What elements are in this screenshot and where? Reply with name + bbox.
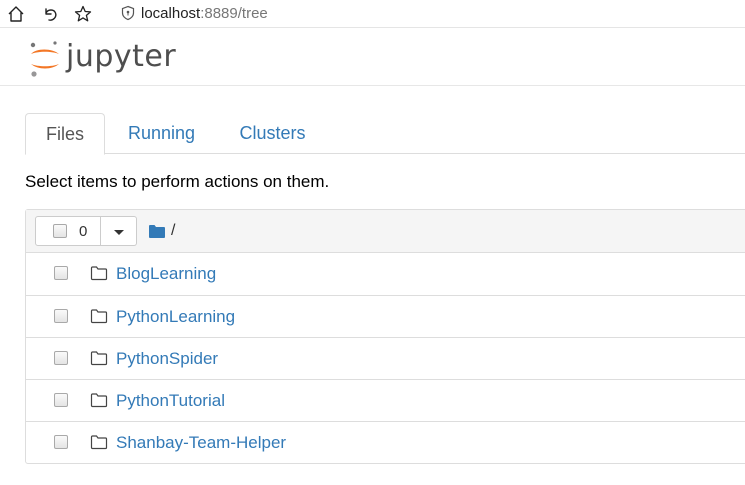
item-link[interactable]: BlogLearning (116, 264, 216, 284)
browser-address-bar: localhost:8889/tree (0, 0, 745, 28)
tab-clusters[interactable]: Clusters (230, 113, 315, 154)
select-control: 0 (35, 216, 137, 246)
list-item: PythonTutorial (26, 379, 745, 421)
select-all-button[interactable]: 0 (35, 216, 101, 246)
item-checkbox[interactable] (54, 435, 68, 449)
breadcrumb-root[interactable]: / (171, 222, 175, 240)
url-path: :8889/tree (200, 4, 268, 22)
folder-icon (90, 308, 108, 324)
file-list-header: 0 / (26, 210, 745, 253)
list-item: Shanbay-Team-Helper (26, 421, 745, 463)
jupyter-header: jupyter (0, 28, 745, 86)
list-item: PythonLearning (26, 295, 745, 337)
list-item: BlogLearning (26, 253, 745, 295)
folder-icon (90, 350, 108, 366)
item-link[interactable]: PythonTutorial (116, 391, 225, 411)
file-list: 0 / BlogLearning PythonLearning PythonSp… (25, 209, 745, 464)
jupyter-logo-icon (30, 41, 59, 77)
star-icon[interactable] (73, 4, 93, 24)
folder-icon (90, 392, 108, 408)
select-dropdown-button[interactable] (101, 216, 137, 246)
folder-icon (90, 265, 108, 281)
shield-icon (121, 5, 135, 21)
item-checkbox[interactable] (54, 351, 68, 365)
item-checkbox[interactable] (54, 266, 68, 280)
url-field[interactable]: localhost:8889/tree (120, 3, 268, 23)
item-link[interactable]: PythonLearning (116, 307, 235, 327)
item-checkbox[interactable] (54, 393, 68, 407)
item-link[interactable]: Shanbay-Team-Helper (116, 433, 286, 453)
tab-files[interactable]: Files (25, 113, 105, 155)
jupyter-logo[interactable]: jupyter (28, 40, 176, 78)
tab-running[interactable]: Running (117, 113, 206, 154)
item-checkbox[interactable] (54, 309, 68, 323)
back-icon[interactable] (40, 4, 60, 24)
item-link[interactable]: PythonSpider (116, 349, 218, 369)
select-all-checkbox[interactable] (53, 224, 67, 238)
tab-bar: Files Running Clusters (25, 113, 745, 155)
folder-icon (90, 434, 108, 450)
list-item: PythonSpider (26, 337, 745, 379)
instructions-text: Select items to perform actions on them. (25, 172, 330, 191)
selected-count: 0 (79, 222, 88, 240)
logo-text: jupyter (66, 39, 177, 74)
chevron-down-icon (113, 229, 124, 235)
url-host: localhost (141, 4, 201, 22)
breadcrumb[interactable]: / (148, 222, 175, 240)
home-icon[interactable] (6, 4, 26, 24)
folder-open-icon (149, 225, 165, 238)
